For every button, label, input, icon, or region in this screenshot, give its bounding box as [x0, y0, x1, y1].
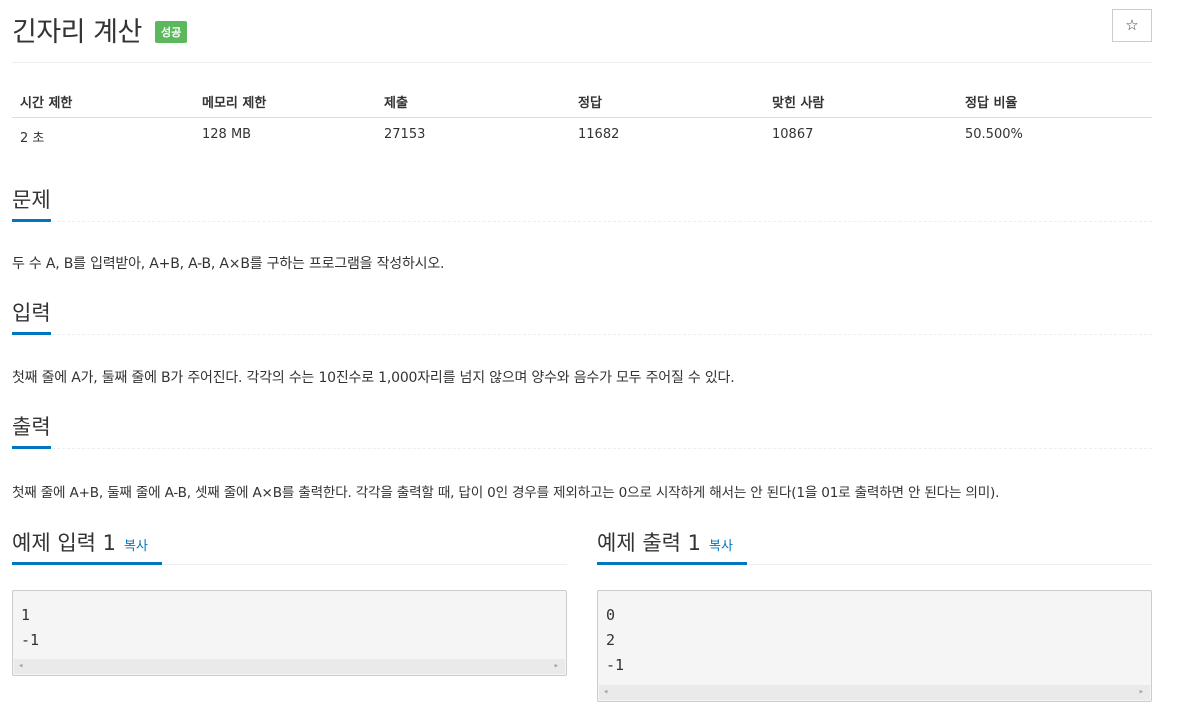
copy-sample-output-button[interactable]: 복사	[709, 539, 733, 554]
value-solvers: 10867	[772, 127, 814, 142]
header-accepted: 정답	[578, 96, 602, 111]
sample-input-header: 예제 입력 1 복사	[12, 529, 567, 565]
header-solvers: 맞힌 사람	[772, 96, 825, 111]
scroll-right-icon[interactable]: ▸	[1139, 686, 1144, 699]
scroll-left-icon[interactable]: ◂	[603, 686, 608, 699]
sample-input-title: 예제 입력 1	[12, 531, 116, 555]
value-ratio: 50.500%	[965, 127, 1023, 142]
scroll-left-icon[interactable]: ◂	[18, 660, 23, 673]
sample-input-line: 1	[21, 606, 31, 624]
favorite-star-button[interactable]: ☆	[1112, 9, 1152, 42]
sample-input-box[interactable]: 1 -1 ◂ ▸	[12, 590, 567, 676]
input-heading: 입력	[12, 299, 51, 335]
sample-output-title: 예제 출력 1	[597, 531, 701, 555]
problem-header: 긴자리 계산 성공 ☆	[12, 8, 1152, 63]
status-badge: 성공	[155, 21, 188, 43]
table-header-row: 시간 제한 메모리 제한 제출 정답 맞힌 사람 정답 비율	[12, 82, 1152, 118]
header-ratio: 정답 비율	[965, 96, 1018, 111]
problem-section-header: 문제	[12, 186, 1152, 222]
value-accepted: 11682	[578, 127, 620, 142]
sample-output-line: 0	[606, 606, 616, 624]
sample-output-line: -1	[606, 656, 625, 674]
input-section-header: 입력	[12, 299, 1152, 335]
value-memory-limit: 128 MB	[202, 127, 252, 142]
sample-output-box[interactable]: 0 2 -1 ◂ ▸	[597, 590, 1152, 702]
header-time-limit: 시간 제한	[20, 96, 73, 111]
output-heading: 출력	[12, 413, 51, 449]
sample-input-line: -1	[21, 631, 40, 649]
header-submissions: 제출	[384, 96, 408, 111]
output-description: 첫째 줄에 A+B, 둘째 줄에 A-B, 셋째 줄에 A×B를 출력한다. 각…	[12, 485, 1000, 501]
input-description: 첫째 줄에 A가, 둘째 줄에 B가 주어진다. 각각의 수는 10진수로 1,…	[12, 370, 735, 386]
horizontal-scrollbar[interactable]: ◂ ▸	[599, 685, 1150, 700]
problem-description: 두 수 A, B를 입력받아, A+B, A-B, A×B를 구하는 프로그램을…	[12, 256, 445, 272]
copy-sample-input-button[interactable]: 복사	[124, 539, 148, 554]
header-memory-limit: 메모리 제한	[202, 96, 267, 111]
horizontal-scrollbar[interactable]: ◂ ▸	[14, 659, 565, 674]
sample-output-header: 예제 출력 1 복사	[597, 529, 1152, 565]
sample-output-heading: 예제 출력 1 복사	[597, 529, 747, 565]
output-section-header: 출력	[12, 413, 1152, 449]
problem-title: 긴자리 계산	[12, 17, 142, 48]
sample-input-content: 1 -1	[21, 603, 39, 653]
table-row: 2 초 128 MB 27153 11682 10867 50.500%	[12, 118, 1152, 154]
value-time-limit: 2 초	[20, 131, 45, 146]
sample-output-line: 2	[606, 631, 616, 649]
scroll-right-icon[interactable]: ▸	[554, 660, 559, 673]
sample-output-content: 0 2 -1	[606, 603, 624, 678]
problem-info-table: 시간 제한 메모리 제한 제출 정답 맞힌 사람 정답 비율 2 초 128 M…	[12, 82, 1152, 154]
value-submissions: 27153	[384, 127, 426, 142]
problem-heading: 문제	[12, 186, 51, 222]
star-icon: ☆	[1125, 16, 1139, 34]
sample-input-heading: 예제 입력 1 복사	[12, 529, 162, 565]
